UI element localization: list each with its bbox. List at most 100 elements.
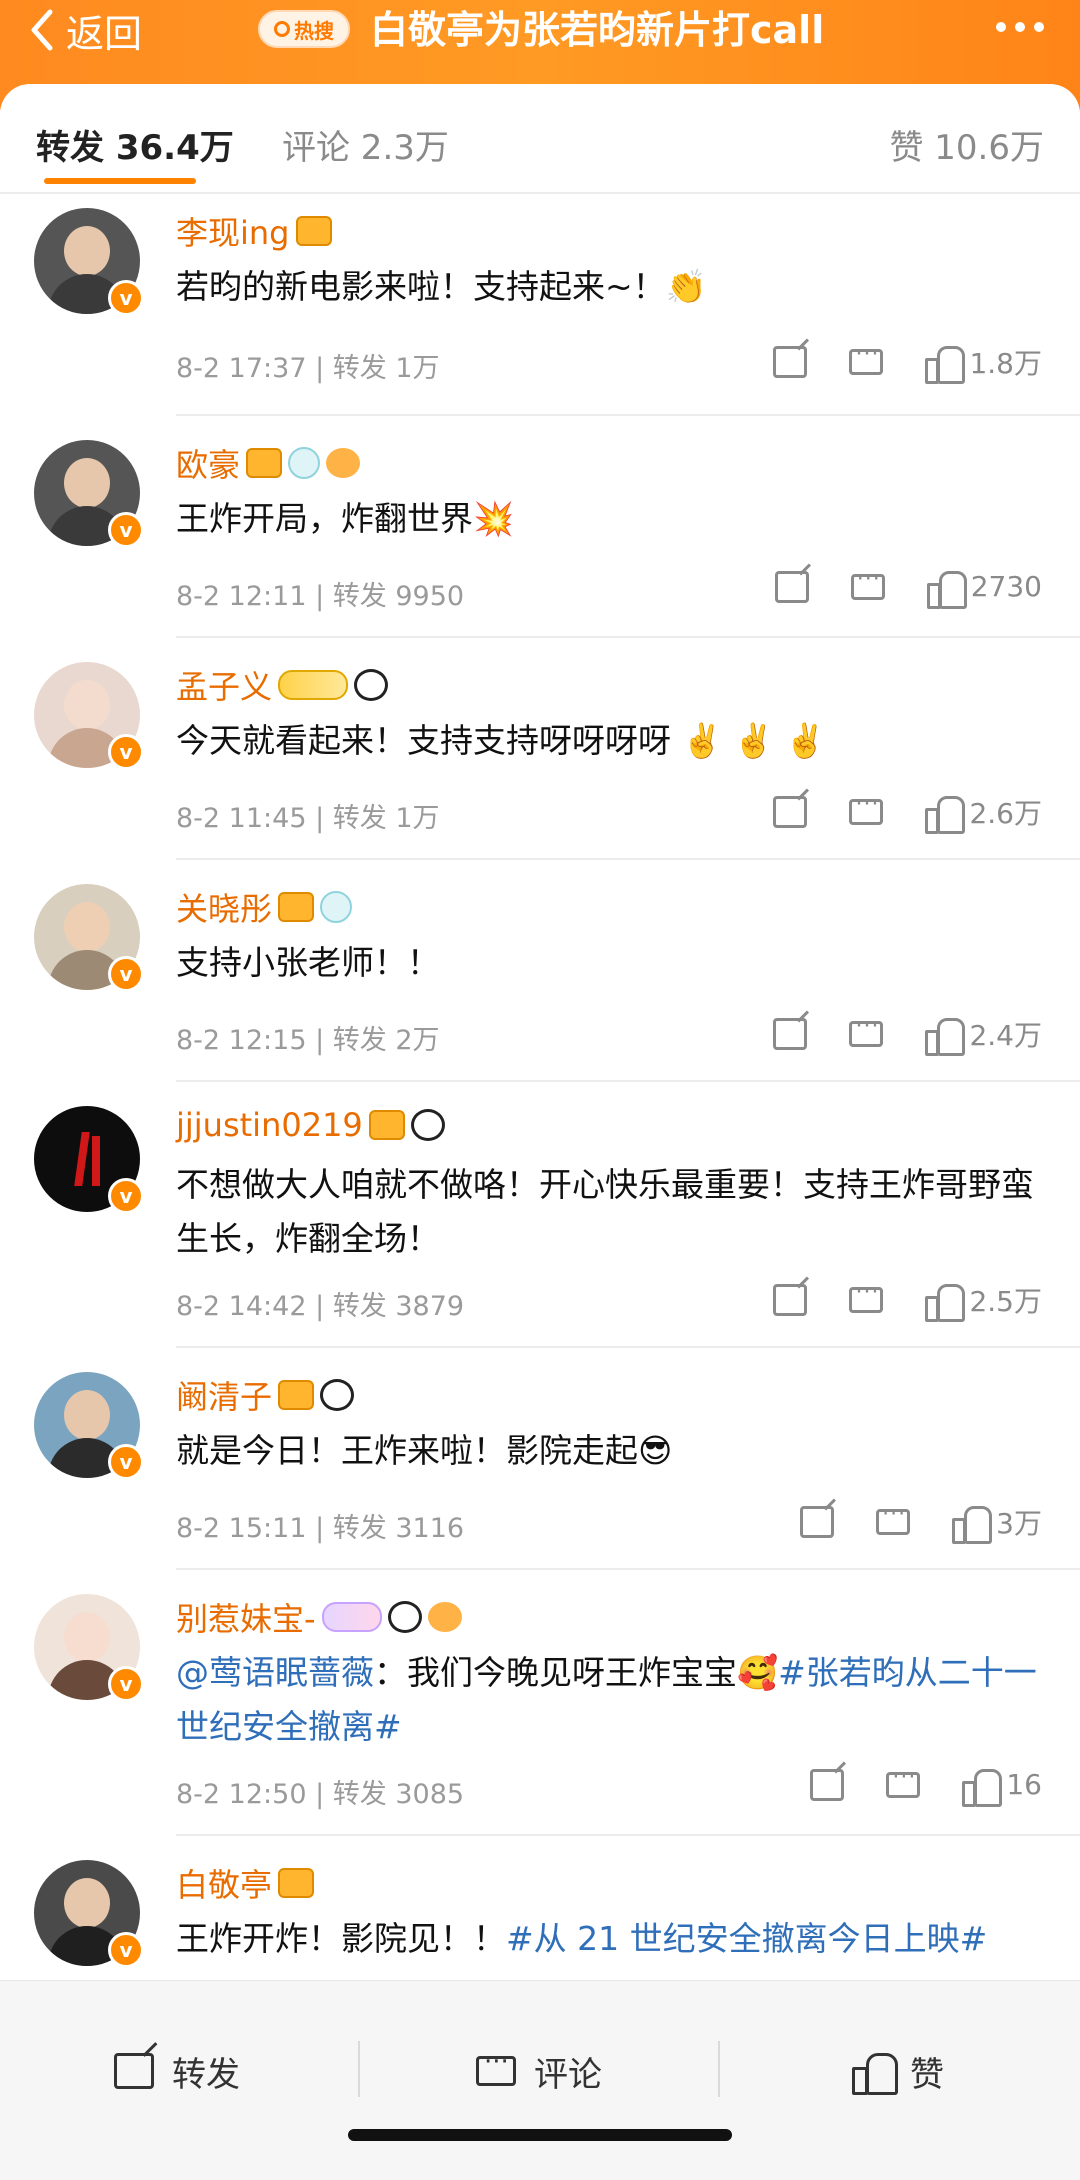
tab-repost[interactable]: 转发 36.4万 — [36, 120, 234, 169]
fish-icon — [326, 448, 361, 478]
like-button[interactable]: 2.5万 — [925, 1280, 1042, 1322]
level-badge-icon — [321, 1602, 382, 1632]
share-button[interactable] — [810, 1768, 845, 1801]
thumbs-up-icon — [962, 1768, 1003, 1807]
user-name[interactable]: 白敬亭 — [176, 1860, 315, 1906]
like-button[interactable]: 2730 — [926, 570, 1042, 609]
comment-button[interactable] — [876, 1502, 911, 1535]
comment-button[interactable] — [886, 1765, 921, 1798]
thumbs-up-icon — [926, 570, 967, 609]
share-button[interactable] — [773, 796, 808, 828]
user-name[interactable]: 别惹妹宝- — [176, 1594, 462, 1640]
list-item[interactable]: v 李现ing 若昀的新电影来啦！支持起来~！👏 8-2 17:37 | 转发 … — [0, 194, 1080, 414]
verified-icon: v — [108, 956, 144, 992]
list-item[interactable]: v jjjustin0219 不想做大人咱就不做咯！开心快乐最重要！支持王炸哥野… — [0, 1080, 1080, 1346]
thumbs-up-icon — [925, 346, 966, 384]
repost-list[interactable]: v 李现ing 若昀的新电影来啦！支持起来~！👏 8-2 17:37 | 转发 … — [0, 194, 1080, 1980]
hot-search-badge[interactable]: 热搜 — [258, 10, 350, 48]
comment-button[interactable] — [849, 1014, 884, 1047]
mention-link[interactable]: @莺语眠蔷薇 — [176, 1653, 374, 1692]
fish-icon — [427, 1602, 462, 1632]
comment-icon — [849, 342, 884, 375]
crown-icon — [246, 448, 283, 478]
thumbs-up-icon — [925, 1018, 966, 1056]
comment-button[interactable] — [849, 1280, 884, 1313]
like-button[interactable]: 16 — [962, 1768, 1042, 1807]
post-actions: 3万 — [800, 1502, 1042, 1544]
thumbs-up-icon — [925, 1284, 966, 1322]
post-text: 就是今日！王炸来啦！影院走起😎 — [176, 1431, 673, 1470]
post-text: 不想做大人咱就不做咯！开心快乐最重要！支持王炸哥野蛮生长，炸翻全场！ — [176, 1165, 1034, 1258]
home-indicator[interactable] — [348, 2129, 732, 2141]
back-label: 返回 — [66, 11, 143, 56]
like-button[interactable]: 赞 — [852, 2041, 944, 2101]
list-item[interactable]: v 孟子义 今天就看起来！支持支持呀呀呀呀 ✌️ ✌️ ✌️ 8-2 11:45… — [0, 636, 1080, 858]
user-name[interactable]: 欧豪 — [176, 440, 361, 486]
verified-icon: v — [108, 1666, 144, 1702]
list-item[interactable]: v 关晓彤 支持小张老师！！ 8-2 12:15 | 转发 2万 2.4万 — [0, 858, 1080, 1080]
comment-icon — [849, 792, 884, 825]
post-meta: 8-2 11:45 | 转发 1万 — [176, 803, 440, 834]
panda-icon — [410, 1109, 445, 1141]
share-button[interactable] — [773, 346, 808, 378]
post-actions: 2.4万 — [773, 1014, 1042, 1056]
share-button[interactable] — [800, 1506, 835, 1538]
share-button[interactable] — [773, 1018, 808, 1050]
like-button[interactable]: 3万 — [952, 1502, 1042, 1544]
post-actions: 2.6万 — [773, 792, 1042, 834]
comment-icon — [849, 1014, 884, 1047]
user-name[interactable]: 李现ing — [176, 208, 332, 254]
comment-icon — [876, 1502, 911, 1535]
like-button[interactable]: 2.6万 — [925, 792, 1042, 834]
panda-icon — [320, 1379, 355, 1411]
list-item[interactable]: v 欧豪 王炸开局，炸翻世界💥 8-2 12:11 | 转发 9950 2730 — [0, 414, 1080, 636]
comment-icon — [476, 2047, 516, 2086]
divider — [358, 2041, 360, 2097]
share-icon — [810, 1768, 845, 1801]
thumbs-up-icon — [852, 2053, 898, 2095]
post-text: 支持小张老师！！ — [176, 943, 440, 982]
share-icon — [773, 1284, 808, 1316]
crown-icon — [295, 216, 332, 246]
crown-icon — [368, 1110, 405, 1140]
verified-icon: v — [108, 734, 144, 770]
tab-comment[interactable]: 评论 2.3万 — [282, 120, 449, 169]
list-item[interactable]: v 白敬亭 王炸开炸！影院见！！#从 21 世纪安全撤离今日上映# — [0, 1834, 1080, 1980]
hashtag-link[interactable]: #从 21 世纪安全撤离今日上映# — [506, 1919, 987, 1958]
thumbs-up-icon — [952, 1506, 993, 1544]
post-meta: 8-2 14:42 | 转发 3879 — [176, 1291, 465, 1322]
comment-button[interactable] — [849, 342, 884, 375]
user-name[interactable]: 关晓彤 — [176, 884, 353, 930]
share-button[interactable] — [773, 1284, 808, 1316]
user-name[interactable]: 孟子义 — [176, 662, 389, 708]
post-actions: 2.5万 — [773, 1280, 1042, 1322]
post-text: @莺语眠蔷薇：我们今晚见呀王炸宝宝🥰#张若昀从二十一世纪安全撤离# — [176, 1653, 1037, 1746]
list-item[interactable]: v 别惹妹宝- @莺语眠蔷薇：我们今晚见呀王炸宝宝🥰#张若昀从二十一世纪安全撤离… — [0, 1568, 1080, 1834]
share-button[interactable] — [774, 570, 809, 603]
panda-icon — [387, 1601, 422, 1633]
comment-button[interactable]: 评论 — [476, 2041, 602, 2101]
repost-button[interactable]: 转发 — [114, 2041, 240, 2101]
fan-icon — [288, 447, 321, 479]
post-text: 王炸开局，炸翻世界💥 — [176, 499, 515, 538]
thumbs-up-icon — [925, 796, 966, 834]
chevron-left-icon — [31, 9, 53, 51]
divider — [718, 2041, 720, 2097]
like-button[interactable]: 2.4万 — [925, 1014, 1042, 1056]
comment-button[interactable] — [850, 567, 885, 600]
user-name[interactable]: 阚清子 — [176, 1372, 355, 1418]
comment-button[interactable] — [849, 792, 884, 825]
topic-title[interactable]: 白敬亭为张若昀新片打call — [370, 4, 824, 56]
back-button[interactable]: 返回 — [28, 4, 142, 56]
post-actions: 1.8万 — [773, 342, 1042, 384]
tab-like[interactable]: 赞 10.6万 — [889, 120, 1044, 169]
search-icon — [274, 21, 290, 37]
verified-icon: v — [108, 1178, 144, 1214]
like-button[interactable]: 1.8万 — [925, 342, 1042, 384]
more-options-icon[interactable] — [996, 22, 1044, 32]
post-actions: 16 — [810, 1765, 1042, 1807]
crown-icon — [278, 1868, 315, 1898]
panda-icon — [354, 669, 389, 701]
list-item[interactable]: v 阚清子 就是今日！王炸来啦！影院走起😎 8-2 15:11 | 转发 311… — [0, 1346, 1080, 1568]
user-name[interactable]: jjjustin0219 — [176, 1106, 445, 1144]
